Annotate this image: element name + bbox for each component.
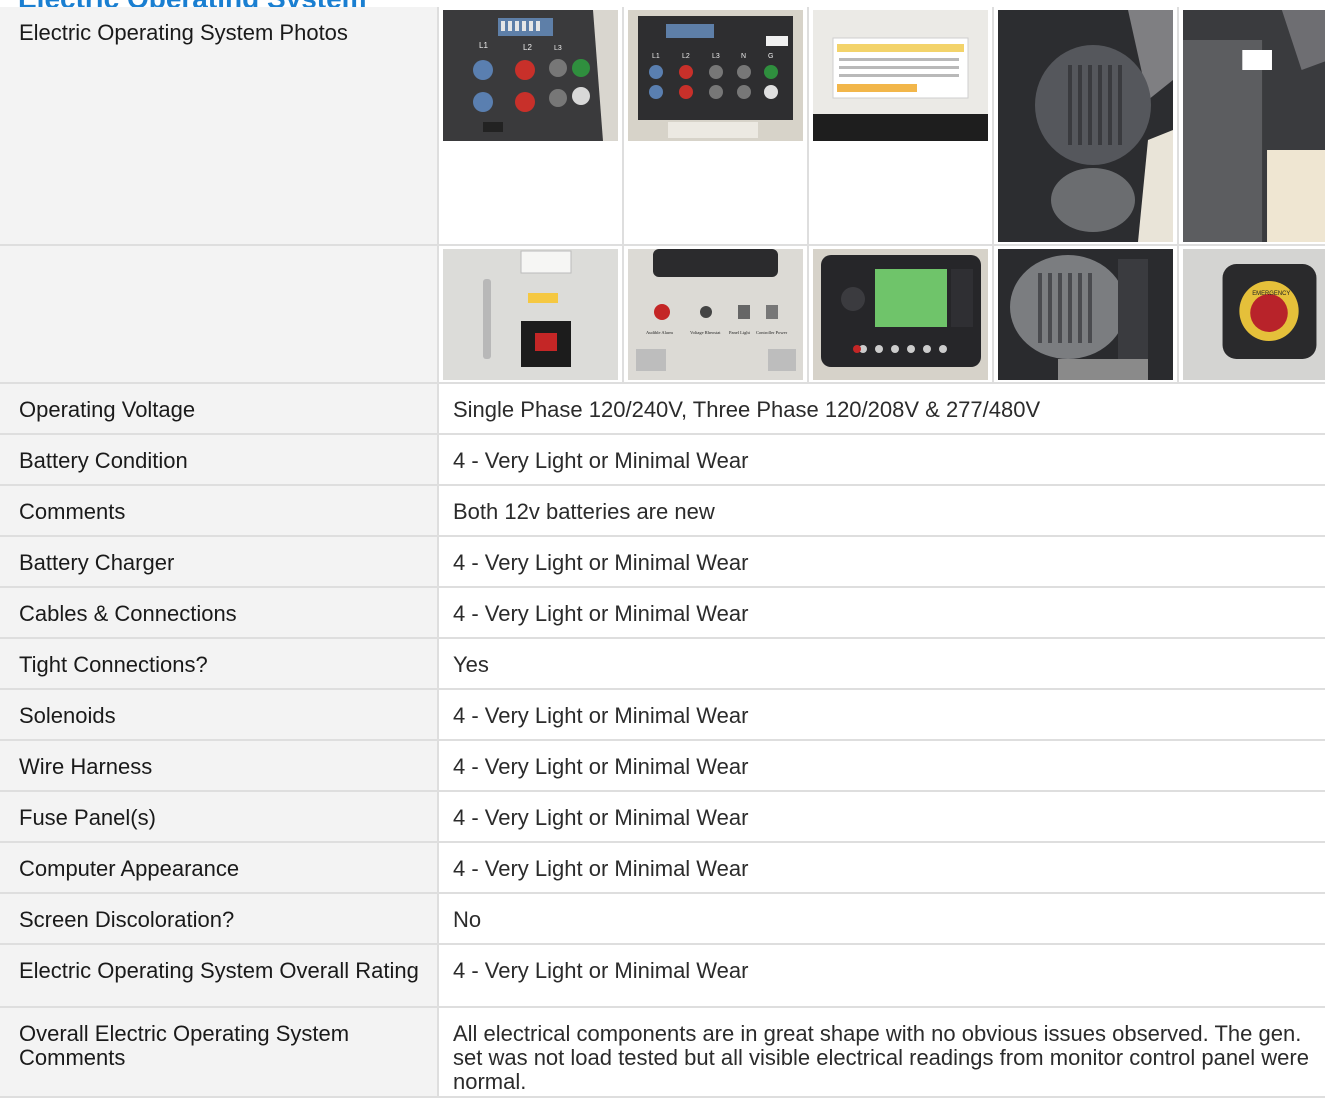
photo-caption-controller-power: Controller Power <box>756 330 788 335</box>
photo-slot <box>994 7 1179 244</box>
row-value: 4 - Very Light or Minimal Wear <box>438 434 1325 486</box>
photo-label-l3: L3 <box>554 45 562 52</box>
photos-label: Electric Operating System Photos <box>0 7 439 246</box>
electric-system-table: Electric Operating System Photos L1 L2 L… <box>0 7 1325 1098</box>
row-value: All electrical components are in great s… <box>438 1007 1325 1098</box>
row-value: 4 - Very Light or Minimal Wear <box>438 740 1325 792</box>
row-label: Battery Condition <box>0 434 439 486</box>
photos-row-1: Electric Operating System Photos L1 L2 L… <box>0 7 1325 246</box>
breaker-door-photo[interactable] <box>443 249 618 380</box>
row-label: Tight Connections? <box>0 638 439 690</box>
photo-slot <box>994 246 1179 382</box>
row-value: No <box>438 893 1325 945</box>
photos-label-empty <box>0 245 439 384</box>
row-label: Comments <box>0 485 439 537</box>
estop-label: EMERGENCY <box>1252 291 1290 297</box>
detail-row: Screen Discoloration? No <box>0 893 1325 945</box>
photos-cell-1: L1 L2 L3 L1 L2 L3 N G <box>438 7 1325 246</box>
photo-caption-panel-light: Panel Light <box>729 330 751 335</box>
row-value: Single Phase 120/240V, Three Phase 120/2… <box>438 383 1325 435</box>
photo-slot <box>439 246 624 382</box>
row-value: 4 - Very Light or Minimal Wear <box>438 689 1325 741</box>
row-label: Fuse Panel(s) <box>0 791 439 843</box>
detail-row: Solenoids 4 - Very Light or Minimal Wear <box>0 689 1325 741</box>
photo-label-l1: L1 <box>652 53 660 60</box>
row-label: Cables & Connections <box>0 587 439 639</box>
detail-row: Fuse Panel(s) 4 - Very Light or Minimal W… <box>0 791 1325 843</box>
photo-slot <box>809 7 994 244</box>
detail-row: Overall Electric Operating System Commen… <box>0 1007 1325 1098</box>
row-value: 4 - Very Light or Minimal Wear <box>438 587 1325 639</box>
row-value: 4 - Very Light or Minimal Wear <box>438 944 1325 1008</box>
row-value: Both 12v batteries are new <box>438 485 1325 537</box>
detail-row: Cables & Connections 4 - Very Light or Mi… <box>0 587 1325 639</box>
label-sticker-photo[interactable] <box>813 10 988 141</box>
detail-row: Operating Voltage Single Phase 120/240V, … <box>0 383 1325 435</box>
controller-screen-photo[interactable] <box>813 249 988 380</box>
detail-row: Tight Connections? Yes <box>0 638 1325 690</box>
row-value: 4 - Very Light or Minimal Wear <box>438 842 1325 894</box>
row-label: Solenoids <box>0 689 439 741</box>
photo-label-l2: L2 <box>682 53 690 60</box>
row-label: Computer Appearance <box>0 842 439 894</box>
row-label: Wire Harness <box>0 740 439 792</box>
alternator-photo[interactable] <box>998 10 1173 242</box>
alternator-side-photo[interactable] <box>998 249 1173 380</box>
detail-row: Comments Both 12v batteries are new <box>0 485 1325 537</box>
control-switches-photo[interactable]: Audible Alarm Voltage Rheostat Panel Lig… <box>628 249 803 380</box>
row-label: Electric Operating System Overall Rating <box>0 944 439 1008</box>
detail-row: Computer Appearance 4 - Very Light or Min… <box>0 842 1325 894</box>
row-label: Screen Discoloration? <box>0 893 439 945</box>
emergency-stop-photo[interactable]: EMERGENCY <box>1183 249 1325 380</box>
photo-label-l2: L2 <box>523 43 532 52</box>
row-label: Battery Charger <box>0 536 439 588</box>
detail-row: Battery Condition 4 - Very Light or Minim… <box>0 434 1325 486</box>
photo-slot <box>809 246 994 382</box>
photos-cell-2: Audible Alarm Voltage Rheostat Panel Lig… <box>438 245 1325 384</box>
row-value: 4 - Very Light or Minimal Wear <box>438 791 1325 843</box>
row-label: Operating Voltage <box>0 383 439 435</box>
photo-slot: Audible Alarm Voltage Rheostat Panel Lig… <box>624 246 809 382</box>
row-label: Overall Electric Operating System Commen… <box>0 1007 439 1098</box>
photo-slot: EMERGENCY <box>1179 246 1325 382</box>
row-value: Yes <box>438 638 1325 690</box>
photo-caption-audible-alarm: Audible Alarm <box>646 330 673 335</box>
photo-label-l1: L1 <box>479 41 488 50</box>
row-value: 4 - Very Light or Minimal Wear <box>438 536 1325 588</box>
enclosure-interior-photo[interactable] <box>1183 10 1325 242</box>
panel-connectors-photo[interactable]: L1 L2 L3 <box>443 10 618 141</box>
detail-row: Battery Charger 4 - Very Light or Minimal… <box>0 536 1325 588</box>
photo-slot: L1 L2 L3 <box>439 7 624 244</box>
photo-caption-voltage-rheostat: Voltage Rheostat <box>690 330 721 335</box>
photo-label-l3: L3 <box>712 53 720 60</box>
photo-label-n: N <box>741 53 746 60</box>
detail-rows: Operating Voltage Single Phase 120/240V, … <box>0 383 1325 1098</box>
photos-row-2: Audible Alarm Voltage Rheostat Panel Lig… <box>0 245 1325 384</box>
photo-label-g: G <box>768 53 773 60</box>
photo-slot <box>1179 7 1325 244</box>
detail-row: Electric Operating System Overall Rating… <box>0 944 1325 1008</box>
photo-slot: L1 L2 L3 N G <box>624 7 809 244</box>
panel-front-photo[interactable]: L1 L2 L3 N G <box>628 10 803 141</box>
detail-row: Wire Harness 4 - Very Light or Minimal We… <box>0 740 1325 792</box>
